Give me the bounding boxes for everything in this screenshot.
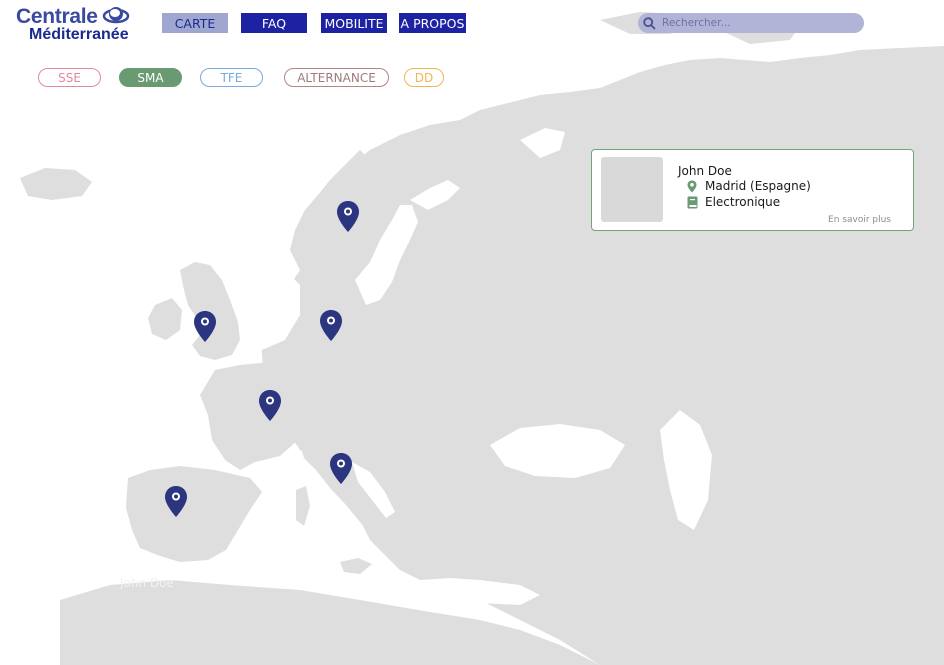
search-bar[interactable] (638, 13, 864, 33)
ghost-map-label: John Doe (120, 576, 174, 590)
marker-germany[interactable] (319, 309, 343, 342)
marker-italy[interactable] (329, 452, 353, 485)
filter-sse-pill[interactable]: SSE (38, 68, 101, 87)
search-input[interactable] (662, 17, 852, 29)
marker-sweden[interactable] (336, 200, 360, 233)
profile-card[interactable]: John Doe Madrid (Espagne) Electronique E… (591, 149, 914, 231)
profile-name: John Doe (678, 164, 732, 178)
filter-dd-pill[interactable]: DD (404, 68, 444, 87)
see-more-link[interactable]: En savoir plus (828, 215, 891, 225)
marker-spain[interactable] (164, 485, 188, 518)
centrale-logo[interactable]: Centrale Méditerranée (16, 5, 141, 47)
filter-tfe-pill[interactable]: TFE (200, 68, 263, 87)
profile-field: Electronique (705, 195, 781, 209)
marker-uk[interactable] (193, 310, 217, 343)
book-icon (686, 195, 698, 209)
logo-mark-icon (102, 7, 130, 24)
nav-apropos-button[interactable]: A PROPOS (399, 13, 466, 33)
nav-mobilite-button[interactable]: MOBILITE (321, 13, 387, 33)
search-icon (643, 16, 657, 30)
profile-location-row: Madrid (Espagne) (686, 179, 811, 193)
map-page: Centrale Méditerranée CARTE FAQ MOBILITE… (0, 0, 944, 665)
europe-map[interactable] (0, 0, 944, 665)
profile-photo-placeholder (601, 157, 663, 222)
filter-sma-pill[interactable]: SMA (119, 68, 182, 87)
profile-field-row: Electronique (686, 195, 780, 209)
nav-carte-button[interactable]: CARTE (162, 13, 228, 33)
nav-faq-button[interactable]: FAQ (241, 13, 307, 33)
location-pin-icon (686, 179, 698, 193)
filter-alternance-pill[interactable]: ALTERNANCE (284, 68, 389, 87)
profile-location: Madrid (Espagne) (705, 179, 811, 193)
marker-france[interactable] (258, 389, 282, 422)
logo-text-line2: Méditerranée (29, 26, 129, 43)
